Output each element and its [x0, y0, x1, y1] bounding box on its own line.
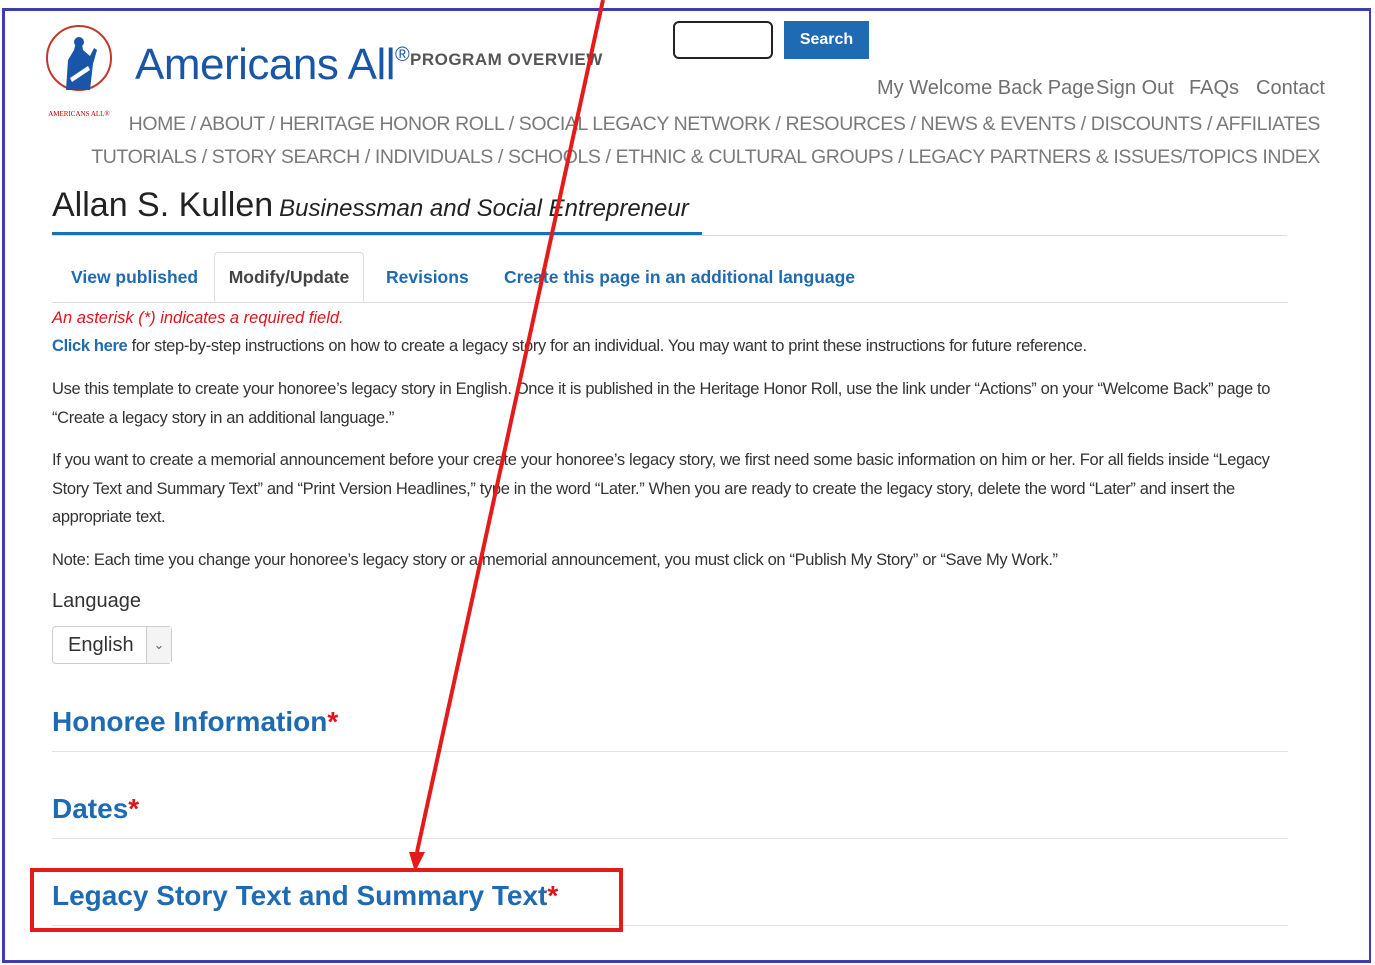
nav-heritage-honor-roll[interactable]: HERITAGE HONOR ROLL: [279, 113, 504, 135]
nav-story-search[interactable]: STORY SEARCH: [212, 146, 360, 168]
instructions-paragraph: Click here for step-by-step instructions…: [52, 337, 1087, 355]
faqs-link[interactable]: FAQs: [1189, 77, 1239, 100]
brand-name[interactable]: Americans All®: [135, 40, 410, 90]
nav-tutorials[interactable]: TUTORIALS: [91, 146, 197, 168]
required-star: *: [128, 793, 140, 824]
tab-modify-update[interactable]: Modify/Update: [214, 252, 364, 302]
nav-discounts[interactable]: DISCOUNTS: [1091, 113, 1203, 135]
nav-about[interactable]: ABOUT: [200, 113, 265, 135]
required-star: *: [327, 706, 339, 737]
nav-individuals[interactable]: INDIVIDUALS: [375, 146, 493, 168]
search-input[interactable]: [673, 21, 773, 59]
chevron-down-icon[interactable]: ⌄: [146, 627, 171, 663]
required-field-note: An asterisk (*) indicates a required fie…: [52, 309, 344, 327]
title-underline: [52, 232, 702, 235]
language-selected-value: English: [68, 633, 134, 656]
click-here-link[interactable]: Click here: [52, 337, 128, 355]
language-select[interactable]: English ⌄: [52, 626, 172, 664]
language-label: Language: [52, 590, 141, 612]
tab-revisions[interactable]: Revisions: [386, 252, 469, 302]
annotation-highlight-box: [30, 868, 623, 932]
page-title: Allan S. Kullen Businessman and Social En…: [52, 186, 689, 225]
tab-view-published[interactable]: View published: [71, 252, 198, 302]
honoree-name: Allan S. Kullen: [52, 186, 274, 224]
nav-social-legacy-network[interactable]: SOCIAL LEGACY NETWORK: [519, 113, 771, 135]
tabs-divider: [52, 302, 1288, 303]
nav-news-events[interactable]: NEWS & EVENTS: [921, 113, 1077, 135]
nav-schools[interactable]: SCHOOLS: [508, 146, 601, 168]
nav-affiliates[interactable]: AFFILIATES: [1216, 113, 1320, 135]
nav-legacy-partners-index[interactable]: LEGACY PARTNERS & ISSUES/TOPICS INDEX: [908, 146, 1320, 168]
nav-resources[interactable]: RESOURCES: [786, 113, 906, 135]
template-paragraph: Use this template to create your honoree…: [52, 380, 1271, 427]
tab-create-additional-language[interactable]: Create this page in an additional langua…: [504, 252, 855, 302]
section-honoree-information[interactable]: Honoree Information*: [52, 706, 338, 738]
honoree-subtitle: Businessman and Social Entrepreneur: [279, 195, 689, 222]
section-dates[interactable]: Dates*: [52, 793, 139, 825]
contact-link[interactable]: Contact: [1256, 77, 1325, 100]
main-nav-row-2: TUTORIALS / STORY SEARCH / INDIVIDUALS /…: [91, 146, 1320, 168]
sign-out-link[interactable]: Sign Out: [1096, 77, 1174, 100]
nav-home[interactable]: HOME: [129, 113, 186, 135]
nav-ethnic-cultural-groups[interactable]: ETHNIC & CULTURAL GROUPS: [616, 146, 894, 168]
title-divider: [52, 235, 1287, 236]
main-nav-row-1: HOME / ABOUT / HERITAGE HONOR ROLL / SOC…: [128, 113, 1321, 135]
search-button[interactable]: Search: [784, 21, 869, 59]
program-overview-link[interactable]: PROGRAM OVERVIEW: [410, 50, 603, 70]
my-welcome-back-page-link[interactable]: My Welcome Back Page: [877, 77, 1095, 100]
note-paragraph: Note: Each time you change your honoree’…: [52, 551, 1058, 569]
section-divider: [52, 751, 1288, 752]
memorial-paragraph: If you want to create a memorial announc…: [52, 451, 1270, 526]
heritage-honor-roll-logo[interactable]: AMERICANS ALL®: [44, 20, 114, 120]
logo-caption: AMERICANS ALL®: [48, 110, 110, 118]
section-divider: [52, 838, 1288, 839]
